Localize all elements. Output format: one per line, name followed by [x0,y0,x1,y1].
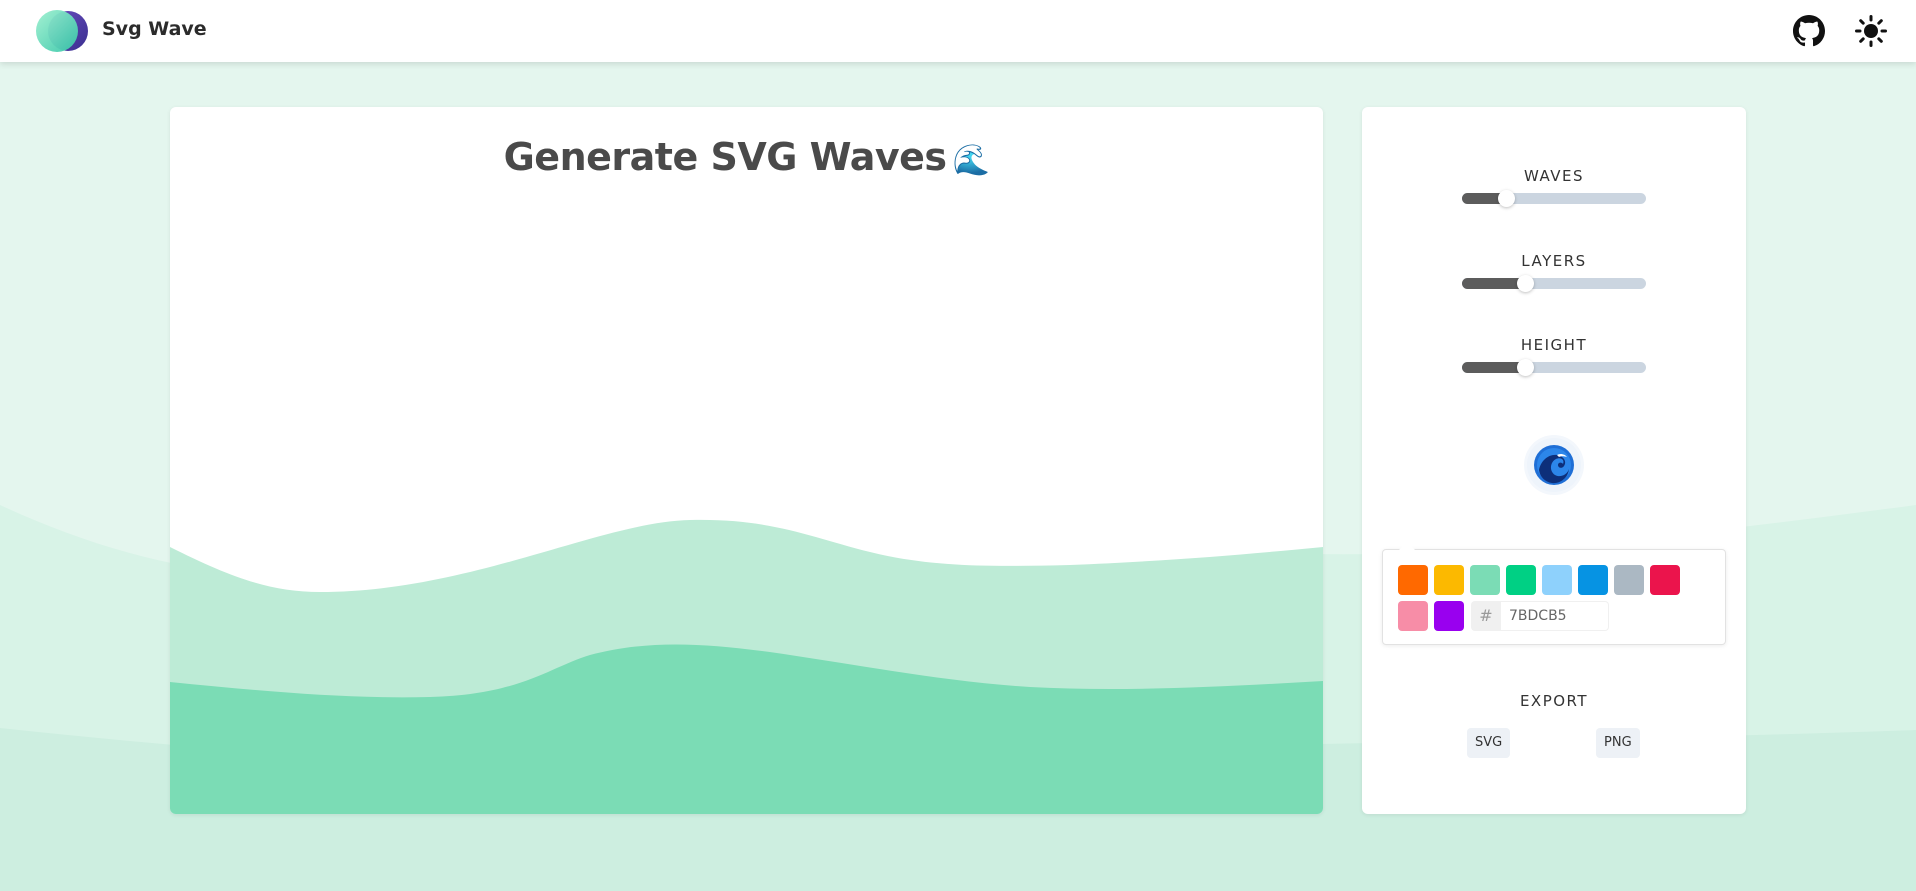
height-slider-fill [1462,362,1525,373]
waves-slider-thumb[interactable] [1498,190,1516,207]
layers-slider[interactable] [1462,275,1646,292]
color-swatch[interactable] [1578,565,1608,595]
randomize-button[interactable] [1527,438,1581,492]
color-swatch[interactable] [1398,601,1428,631]
page-title-text: Generate SVG Waves [503,135,947,179]
controls-panel: WAVES LAYERS HEIGHT # EXPORT SVG PNG [1362,107,1746,814]
height-label: HEIGHT [1520,336,1588,354]
layers-slider-thumb[interactable] [1516,275,1534,292]
wave-preview-card: Generate SVG Waves 🌊 [170,107,1323,814]
hex-color-input[interactable] [1501,601,1609,631]
color-swatch[interactable] [1614,565,1644,595]
sun-icon[interactable] [1855,15,1887,47]
color-swatch[interactable] [1650,565,1680,595]
color-swatch[interactable] [1542,565,1572,595]
layers-slider-fill [1462,278,1525,289]
app-name: Svg Wave [102,18,207,40]
hex-prefix: # [1471,601,1501,631]
color-picker-arrow [1399,542,1415,550]
color-swatch[interactable] [1434,565,1464,595]
wave-preview [170,519,1323,814]
wave-randomize-icon [1534,445,1574,485]
export-png-button[interactable]: PNG [1596,728,1640,758]
color-swatch[interactable] [1398,565,1428,595]
export-label: EXPORT [1519,692,1589,710]
export-svg-button[interactable]: SVG [1467,728,1511,758]
page-title: Generate SVG Waves 🌊 [170,135,1323,179]
color-swatch[interactable] [1470,565,1500,595]
color-swatch[interactable] [1434,601,1464,631]
wave-emoji-icon: 🌊 [952,143,990,178]
color-swatch[interactable] [1506,565,1536,595]
github-icon[interactable] [1793,15,1825,47]
waves-slider[interactable] [1462,190,1646,207]
logo-icon[interactable] [36,8,90,54]
top-navbar: Svg Wave [0,0,1916,62]
color-picker: # [1382,542,1726,645]
height-slider[interactable] [1462,359,1646,376]
height-slider-thumb[interactable] [1516,359,1534,376]
layers-label: LAYERS [1521,252,1587,270]
waves-label: WAVES [1523,167,1585,185]
